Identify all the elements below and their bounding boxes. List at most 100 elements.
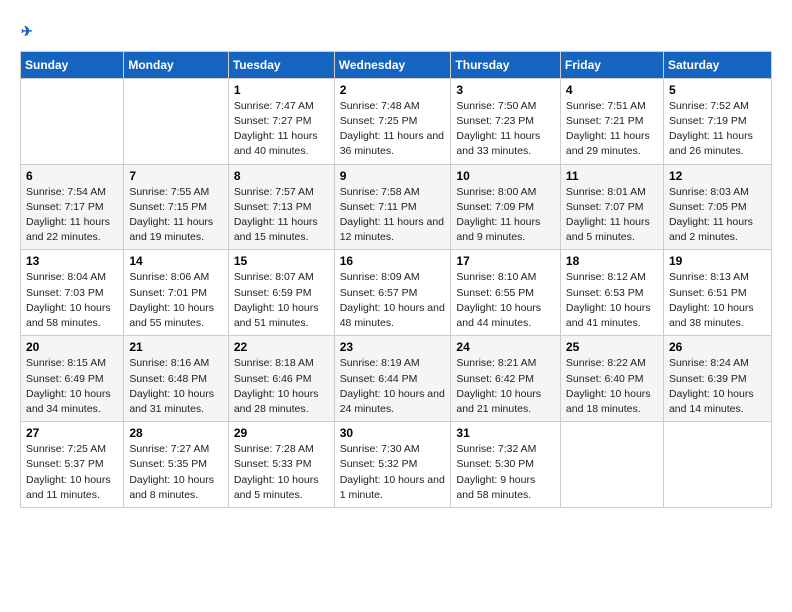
calendar-day-cell: 19 Sunrise: 8:13 AMSunset: 6:51 PMDaylig…: [663, 250, 771, 336]
day-info: Sunrise: 7:52 AMSunset: 7:19 PMDaylight:…: [669, 100, 753, 158]
calendar-week-row: 6 Sunrise: 7:54 AMSunset: 7:17 PMDayligh…: [21, 164, 772, 250]
day-info: Sunrise: 8:10 AMSunset: 6:55 PMDaylight:…: [456, 271, 541, 329]
day-info: Sunrise: 7:25 AMSunset: 5:37 PMDaylight:…: [26, 443, 111, 501]
calendar-day-cell: 6 Sunrise: 7:54 AMSunset: 7:17 PMDayligh…: [21, 164, 124, 250]
day-info: Sunrise: 8:04 AMSunset: 7:03 PMDaylight:…: [26, 271, 111, 329]
day-number: 6: [26, 169, 118, 183]
calendar-day-cell: 9 Sunrise: 7:58 AMSunset: 7:11 PMDayligh…: [334, 164, 451, 250]
calendar-table: Sunday Monday Tuesday Wednesday Thursday…: [20, 51, 772, 508]
day-number: 2: [340, 83, 446, 97]
day-number: 14: [129, 254, 222, 268]
calendar-day-cell: 16 Sunrise: 8:09 AMSunset: 6:57 PMDaylig…: [334, 250, 451, 336]
day-info: Sunrise: 7:32 AMSunset: 5:30 PMDaylight:…: [456, 443, 536, 501]
day-info: Sunrise: 7:58 AMSunset: 7:11 PMDaylight:…: [340, 186, 444, 244]
col-sunday: Sunday: [21, 51, 124, 78]
col-tuesday: Tuesday: [228, 51, 334, 78]
day-info: Sunrise: 8:03 AMSunset: 7:05 PMDaylight:…: [669, 186, 753, 244]
day-info: Sunrise: 8:06 AMSunset: 7:01 PMDaylight:…: [129, 271, 214, 329]
calendar-day-cell: 7 Sunrise: 7:55 AMSunset: 7:15 PMDayligh…: [124, 164, 228, 250]
calendar-day-cell: [663, 422, 771, 508]
calendar-day-cell: 17 Sunrise: 8:10 AMSunset: 6:55 PMDaylig…: [451, 250, 561, 336]
day-info: Sunrise: 7:28 AMSunset: 5:33 PMDaylight:…: [234, 443, 319, 501]
calendar-day-cell: 22 Sunrise: 8:18 AMSunset: 6:46 PMDaylig…: [228, 336, 334, 422]
day-info: Sunrise: 7:51 AMSunset: 7:21 PMDaylight:…: [566, 100, 650, 158]
day-info: Sunrise: 7:27 AMSunset: 5:35 PMDaylight:…: [129, 443, 214, 501]
day-number: 15: [234, 254, 329, 268]
day-number: 23: [340, 340, 446, 354]
col-monday: Monday: [124, 51, 228, 78]
day-info: Sunrise: 8:21 AMSunset: 6:42 PMDaylight:…: [456, 357, 541, 415]
day-info: Sunrise: 8:16 AMSunset: 6:48 PMDaylight:…: [129, 357, 214, 415]
day-number: 25: [566, 340, 658, 354]
day-number: 8: [234, 169, 329, 183]
day-number: 19: [669, 254, 766, 268]
calendar-day-cell: [21, 78, 124, 164]
day-info: Sunrise: 8:12 AMSunset: 6:53 PMDaylight:…: [566, 271, 651, 329]
calendar-day-cell: 5 Sunrise: 7:52 AMSunset: 7:19 PMDayligh…: [663, 78, 771, 164]
day-info: Sunrise: 7:30 AMSunset: 5:32 PMDaylight:…: [340, 443, 445, 501]
day-info: Sunrise: 7:48 AMSunset: 7:25 PMDaylight:…: [340, 100, 444, 158]
calendar-day-cell: 4 Sunrise: 7:51 AMSunset: 7:21 PMDayligh…: [560, 78, 663, 164]
day-number: 28: [129, 426, 222, 440]
day-number: 13: [26, 254, 118, 268]
day-info: Sunrise: 8:15 AMSunset: 6:49 PMDaylight:…: [26, 357, 111, 415]
calendar-week-row: 13 Sunrise: 8:04 AMSunset: 7:03 PMDaylig…: [21, 250, 772, 336]
day-number: 12: [669, 169, 766, 183]
day-number: 3: [456, 83, 555, 97]
day-number: 9: [340, 169, 446, 183]
calendar-week-row: 1 Sunrise: 7:47 AMSunset: 7:27 PMDayligh…: [21, 78, 772, 164]
calendar-day-cell: 31 Sunrise: 7:32 AMSunset: 5:30 PMDaylig…: [451, 422, 561, 508]
calendar-day-cell: 13 Sunrise: 8:04 AMSunset: 7:03 PMDaylig…: [21, 250, 124, 336]
day-number: 11: [566, 169, 658, 183]
calendar-week-row: 27 Sunrise: 7:25 AMSunset: 5:37 PMDaylig…: [21, 422, 772, 508]
calendar-day-cell: 14 Sunrise: 8:06 AMSunset: 7:01 PMDaylig…: [124, 250, 228, 336]
day-info: Sunrise: 8:09 AMSunset: 6:57 PMDaylight:…: [340, 271, 445, 329]
calendar-day-cell: 11 Sunrise: 8:01 AMSunset: 7:07 PMDaylig…: [560, 164, 663, 250]
day-info: Sunrise: 8:22 AMSunset: 6:40 PMDaylight:…: [566, 357, 651, 415]
calendar-day-cell: 25 Sunrise: 8:22 AMSunset: 6:40 PMDaylig…: [560, 336, 663, 422]
day-number: 26: [669, 340, 766, 354]
day-info: Sunrise: 8:19 AMSunset: 6:44 PMDaylight:…: [340, 357, 445, 415]
calendar-day-cell: 8 Sunrise: 7:57 AMSunset: 7:13 PMDayligh…: [228, 164, 334, 250]
day-number: 1: [234, 83, 329, 97]
day-number: 16: [340, 254, 446, 268]
calendar-day-cell: 27 Sunrise: 7:25 AMSunset: 5:37 PMDaylig…: [21, 422, 124, 508]
day-number: 4: [566, 83, 658, 97]
day-number: 17: [456, 254, 555, 268]
day-info: Sunrise: 7:50 AMSunset: 7:23 PMDaylight:…: [456, 100, 540, 158]
calendar-day-cell: 30 Sunrise: 7:30 AMSunset: 5:32 PMDaylig…: [334, 422, 451, 508]
day-number: 27: [26, 426, 118, 440]
day-number: 29: [234, 426, 329, 440]
calendar-day-cell: 1 Sunrise: 7:47 AMSunset: 7:27 PMDayligh…: [228, 78, 334, 164]
logo: ✈: [20, 20, 33, 41]
day-number: 31: [456, 426, 555, 440]
day-info: Sunrise: 8:18 AMSunset: 6:46 PMDaylight:…: [234, 357, 319, 415]
calendar-day-cell: [124, 78, 228, 164]
day-number: 18: [566, 254, 658, 268]
calendar-day-cell: [560, 422, 663, 508]
day-info: Sunrise: 7:47 AMSunset: 7:27 PMDaylight:…: [234, 100, 318, 158]
day-number: 7: [129, 169, 222, 183]
header-row: Sunday Monday Tuesday Wednesday Thursday…: [21, 51, 772, 78]
calendar-day-cell: 21 Sunrise: 8:16 AMSunset: 6:48 PMDaylig…: [124, 336, 228, 422]
day-info: Sunrise: 7:57 AMSunset: 7:13 PMDaylight:…: [234, 186, 318, 244]
day-number: 20: [26, 340, 118, 354]
day-info: Sunrise: 8:07 AMSunset: 6:59 PMDaylight:…: [234, 271, 319, 329]
calendar-day-cell: 24 Sunrise: 8:21 AMSunset: 6:42 PMDaylig…: [451, 336, 561, 422]
calendar-day-cell: 3 Sunrise: 7:50 AMSunset: 7:23 PMDayligh…: [451, 78, 561, 164]
calendar-week-row: 20 Sunrise: 8:15 AMSunset: 6:49 PMDaylig…: [21, 336, 772, 422]
calendar-day-cell: 26 Sunrise: 8:24 AMSunset: 6:39 PMDaylig…: [663, 336, 771, 422]
calendar-day-cell: 18 Sunrise: 8:12 AMSunset: 6:53 PMDaylig…: [560, 250, 663, 336]
day-info: Sunrise: 7:54 AMSunset: 7:17 PMDaylight:…: [26, 186, 110, 244]
col-saturday: Saturday: [663, 51, 771, 78]
day-number: 24: [456, 340, 555, 354]
day-number: 21: [129, 340, 222, 354]
day-number: 10: [456, 169, 555, 183]
day-info: Sunrise: 8:24 AMSunset: 6:39 PMDaylight:…: [669, 357, 754, 415]
page-header: ✈: [20, 20, 772, 41]
col-wednesday: Wednesday: [334, 51, 451, 78]
day-number: 30: [340, 426, 446, 440]
calendar-day-cell: 23 Sunrise: 8:19 AMSunset: 6:44 PMDaylig…: [334, 336, 451, 422]
day-info: Sunrise: 8:01 AMSunset: 7:07 PMDaylight:…: [566, 186, 650, 244]
calendar-day-cell: 10 Sunrise: 8:00 AMSunset: 7:09 PMDaylig…: [451, 164, 561, 250]
